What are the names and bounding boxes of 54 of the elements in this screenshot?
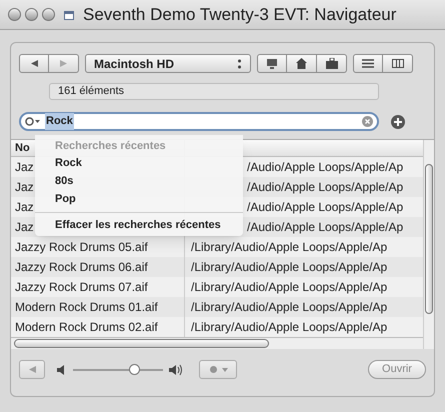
file-path-cell: /Library/Audio/Apple Loops/Apple/Ap [191, 320, 388, 334]
search-text: Rock [45, 113, 74, 130]
search-icon [25, 116, 41, 126]
search-field[interactable]: Rock [19, 112, 379, 131]
horizontal-scrollbar[interactable] [11, 337, 423, 349]
home-button[interactable] [287, 54, 317, 73]
window-control-icon[interactable] [42, 8, 55, 21]
columns-icon [392, 59, 404, 68]
file-path-cell: /Library/Audio/Apple Loops/Apple/Ap [191, 260, 388, 274]
file-path-cell: /Library/Audio/Apple Loops/Apple/Ap [191, 240, 388, 254]
volume-slider[interactable] [73, 364, 163, 376]
location-popup[interactable]: Macintosh HD [85, 54, 251, 73]
left-arrow-icon [30, 60, 38, 67]
file-path-cell: /Library/Audio/Apple Loops/Apple/Ap [191, 300, 388, 314]
caret-icon [222, 368, 228, 372]
menu-item[interactable]: Rock [35, 154, 243, 172]
scroll-thumb[interactable] [14, 339, 269, 348]
action-button[interactable] [199, 360, 237, 379]
slider-thumb[interactable] [129, 364, 140, 375]
menu-item[interactable]: 80s [35, 172, 243, 190]
file-path-cell: /Audio/Apple Loops/Apple/Ap [247, 200, 404, 214]
monitor-icon [266, 58, 278, 69]
window-title: Seventh Demo Twenty-3 EVT: Navigateur [83, 4, 396, 26]
list-icon [362, 59, 374, 68]
scroll-thumb[interactable] [425, 164, 433, 314]
volume-low-icon [57, 364, 67, 374]
item-count: 161 éléments [49, 83, 379, 100]
briefcase-button[interactable] [317, 54, 347, 73]
document-icon [63, 8, 75, 20]
file-path-cell: /Audio/Apple Loops/Apple/Ap [247, 160, 404, 174]
computer-button[interactable] [257, 54, 287, 73]
clear-icon[interactable] [362, 116, 373, 127]
vertical-scrollbar[interactable] [423, 140, 434, 349]
add-icon[interactable] [391, 114, 405, 128]
file-path-cell: /Audio/Apple Loops/Apple/Ap [247, 180, 404, 194]
gear-icon [208, 365, 218, 374]
column-view-button[interactable] [383, 54, 413, 73]
menu-item[interactable]: Pop [35, 190, 243, 208]
clear-recent-item[interactable]: Effacer les recherches récentes [35, 217, 243, 233]
left-arrow-icon [28, 366, 36, 373]
forward-button[interactable] [49, 54, 79, 73]
window-control-icon[interactable] [8, 8, 21, 21]
volume-high-icon [169, 364, 185, 376]
window-control-icon[interactable] [25, 8, 38, 21]
play-button[interactable] [19, 360, 45, 379]
file-path-cell: /Audio/Apple Loops/Apple/Ap [247, 220, 404, 234]
list-view-button[interactable] [353, 54, 383, 73]
house-icon [296, 58, 307, 69]
file-path-cell: /Library/Audio/Apple Loops/Apple/Ap [191, 280, 388, 294]
right-arrow-icon [60, 60, 67, 67]
briefcase-icon [326, 58, 338, 69]
back-button[interactable] [19, 54, 49, 73]
stepper-icon [237, 58, 242, 68]
menu-heading: Recherches récentes [54, 139, 167, 154]
